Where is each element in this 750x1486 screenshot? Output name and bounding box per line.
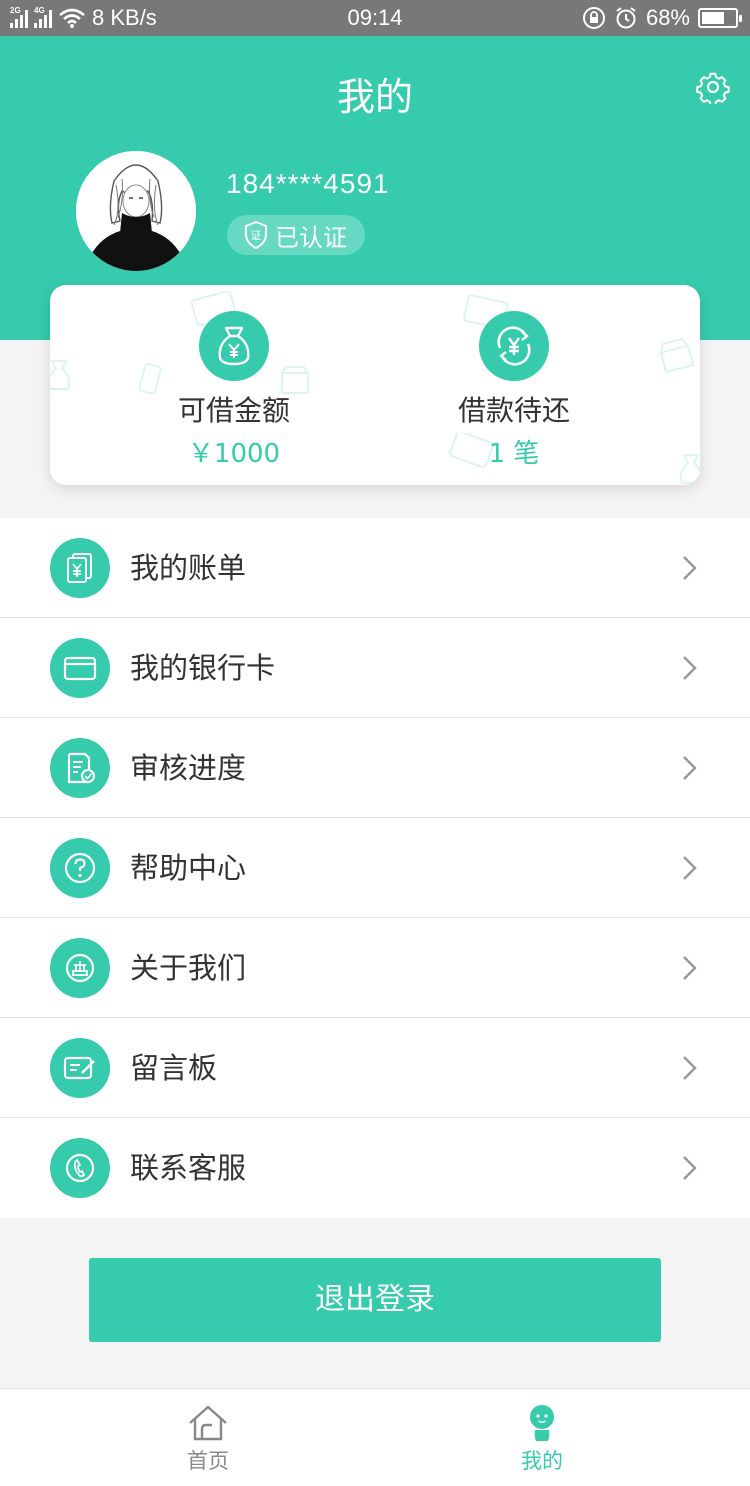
about-icon <box>50 938 110 998</box>
tab-mine-label: 我的 <box>521 1449 563 1473</box>
settings-gear-icon[interactable] <box>696 70 730 104</box>
doodle-shop-icon <box>659 337 695 374</box>
menu-item-label: 留言板 <box>130 1051 218 1085</box>
battery-percent: 68% <box>645 5 690 30</box>
home-icon <box>189 1405 227 1441</box>
menu-item-label: 联系客服 <box>130 1151 247 1185</box>
money-bag-icon <box>199 311 269 381</box>
verified-label: 已认证 <box>275 223 347 252</box>
bank-card-icon <box>50 638 110 698</box>
page-title: 我的 <box>336 75 413 119</box>
available-amount-value: ￥1000 <box>187 439 281 469</box>
available-amount-label: 可借金额 <box>177 394 290 427</box>
menu-item-label: 审核进度 <box>130 751 247 785</box>
chevron-right-icon <box>683 1156 697 1180</box>
pending-repayment-label: 借款待还 <box>457 394 570 427</box>
doodle-money-bag-icon <box>679 454 700 484</box>
verified-badge: 证 已认证 <box>227 215 365 255</box>
avatar[interactable] <box>76 151 196 271</box>
menu-item-bank-cards[interactable]: 我的银行卡 <box>0 618 750 718</box>
status-right: 68% <box>582 0 742 36</box>
chevron-right-icon <box>683 1056 697 1080</box>
review-progress-icon <box>50 738 110 798</box>
menu-item-label: 关于我们 <box>130 951 247 985</box>
loan-summary-card: 可借金额 ￥1000 借款待还 1 笔 <box>50 285 700 485</box>
battery-icon <box>698 8 742 28</box>
menu-item-about-us[interactable]: 关于我们 <box>0 918 750 1018</box>
menu-item-message-board[interactable]: 留言板 <box>0 1018 750 1118</box>
chevron-right-icon <box>683 856 697 880</box>
tab-home[interactable]: 首页 <box>108 1389 308 1486</box>
menu-item-label: 我的账单 <box>130 551 247 585</box>
message-board-icon <box>50 1038 110 1098</box>
chevron-right-icon <box>683 756 697 780</box>
rotation-lock-icon <box>582 7 605 29</box>
menu-item-label: 帮助中心 <box>130 851 247 885</box>
menu-item-review-progress[interactable]: 审核进度 <box>0 718 750 818</box>
user-mascot-icon <box>530 1405 554 1441</box>
help-icon <box>50 838 110 898</box>
chevron-right-icon <box>683 956 697 980</box>
alarm-icon <box>616 7 636 29</box>
shield-cert-text: 证 <box>251 229 262 242</box>
menu-list: 我的账单 我的银行卡 审核进度 帮助中心 关于我们 留言板 联系客服 <box>0 518 750 1218</box>
status-bar: 2G 4G 8 KB/s 09:14 68% <box>0 0 750 36</box>
menu-item-label: 我的银行卡 <box>130 651 276 685</box>
avatar-illustration <box>76 151 196 271</box>
available-amount[interactable]: 可借金额 ￥1000 <box>94 311 374 470</box>
tab-home-label: 首页 <box>187 1449 229 1473</box>
pending-repayment-value: 1 笔 <box>488 439 540 469</box>
phone-icon <box>50 1138 110 1198</box>
menu-item-customer-service[interactable]: 联系客服 <box>0 1118 750 1218</box>
pending-repayment[interactable]: 借款待还 1 笔 <box>374 311 654 470</box>
user-phone: 184****4591 <box>226 168 390 199</box>
yen-cycle-icon <box>479 311 549 381</box>
bill-icon <box>50 538 110 598</box>
menu-item-bills[interactable]: 我的账单 <box>0 518 750 618</box>
menu-item-help-center[interactable]: 帮助中心 <box>0 818 750 918</box>
doodle-money-bag-icon <box>50 360 71 390</box>
chevron-right-icon <box>683 556 697 580</box>
tab-mine[interactable]: 我的 <box>442 1389 642 1486</box>
shield-cert-icon: 证 <box>245 220 267 250</box>
chevron-right-icon <box>683 656 697 680</box>
logout-button[interactable]: 退出登录 <box>89 1258 661 1342</box>
bottom-tab-bar: 首页 我的 <box>0 1388 750 1486</box>
